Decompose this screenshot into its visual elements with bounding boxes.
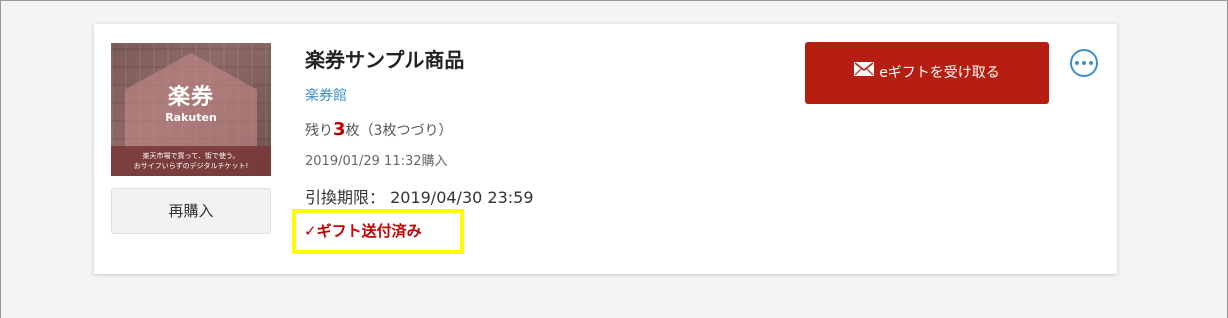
logo-sub-text: Rakuten bbox=[165, 111, 217, 124]
logo-main-text: 楽券 bbox=[167, 85, 214, 110]
ticket-card: 楽券 Rakuten 楽天市場で買って、街で使う。 おサイフいらずのデジタルチケ… bbox=[94, 24, 1117, 274]
purchase-date: 2019/01/29 11:32購入 bbox=[305, 154, 448, 169]
caption-line-2: おサイフいらずのデジタルチケット! bbox=[133, 162, 249, 170]
remaining-number: 3 bbox=[333, 119, 346, 140]
rebuy-button[interactable]: 再購入 bbox=[111, 188, 271, 234]
gift-sent-status: ✓ギフト送付済み bbox=[304, 222, 422, 240]
more-options-button[interactable] bbox=[1070, 49, 1098, 77]
thumbnail-caption: 楽天市場で買って、街で使う。 おサイフいらずのデジタルチケット! bbox=[111, 146, 271, 176]
remaining-count: 残り3枚（3枚つづり） bbox=[305, 119, 452, 140]
highlight-box: ✓ギフト送付済み bbox=[292, 209, 464, 254]
product-thumbnail[interactable]: 楽券 Rakuten 楽天市場で買って、街で使う。 おサイフいらずのデジタルチケ… bbox=[111, 43, 271, 176]
product-title: 楽券サンプル商品 bbox=[305, 48, 465, 72]
rakuken-logo: 楽券 Rakuten bbox=[156, 85, 226, 131]
expiry-date: 引換期限： 2019/04/30 23:59 bbox=[305, 188, 534, 207]
more-horizontal-icon bbox=[1075, 61, 1093, 65]
shop-link[interactable]: 楽券館 bbox=[305, 85, 347, 105]
remaining-prefix: 残り bbox=[305, 123, 333, 139]
remaining-suffix: 枚（3枚つづり） bbox=[345, 123, 453, 139]
caption-line-1: 楽天市場で買って、街で使う。 bbox=[142, 152, 240, 160]
receive-egift-button[interactable]: eギフトを受け取る bbox=[805, 42, 1049, 104]
receive-egift-label: eギフトを受け取る bbox=[879, 65, 1000, 81]
envelope-icon bbox=[854, 41, 875, 103]
